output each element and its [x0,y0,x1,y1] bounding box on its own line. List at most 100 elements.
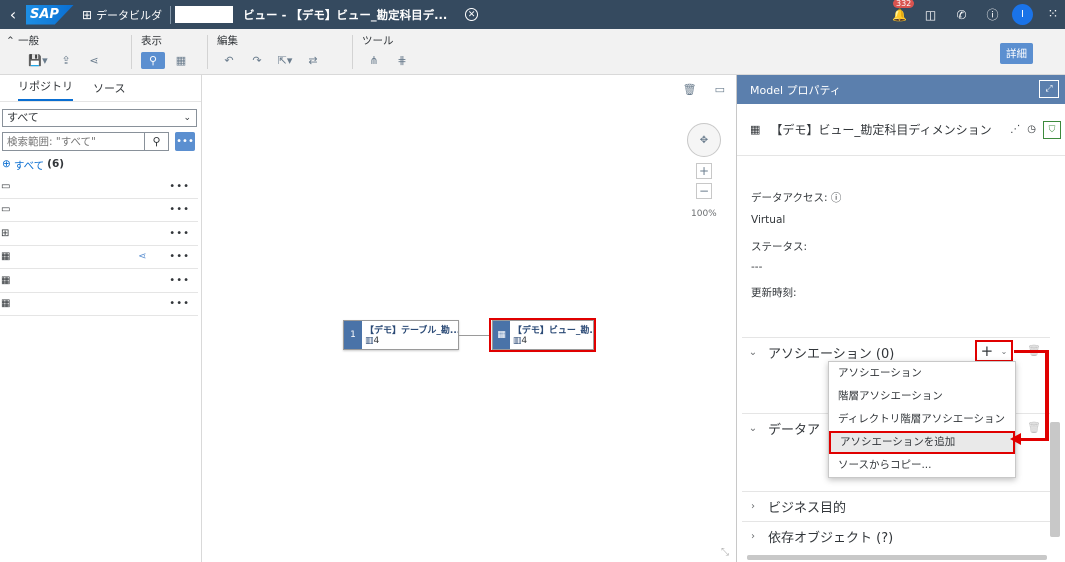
help-icon[interactable]: ⓘ [977,6,1008,23]
updated-label: 更新時刻: [751,287,797,299]
page-title: ビュー - 【デモ】ビュー_勘定科目デ... [243,7,448,22]
resize-icon[interactable]: ⤡ [721,547,729,558]
space-selector[interactable] [175,6,234,23]
annotation-arrow [1045,350,1049,441]
search-input[interactable] [2,132,145,151]
monitor-icon[interactable]: ▭ [715,83,725,96]
data-builder-icon: ⊞ [82,7,93,22]
annotation-arrow [1014,350,1049,353]
delete-icon[interactable]: 🗑 [683,83,697,96]
zoom-in-icon[interactable]: + [696,163,712,179]
zoom-out-icon[interactable]: − [696,183,712,199]
vertical-scrollbar[interactable] [1050,422,1060,537]
chevron-down-icon: ⌄ [748,423,758,434]
expand-icon[interactable]: ⤢ [1039,80,1059,98]
avatar[interactable]: I [1012,4,1033,25]
hierarchy-icon[interactable]: ⋰ [1010,124,1020,135]
menu-item-association[interactable]: アソシエーション [829,362,1015,385]
delete-icon[interactable]: 🗑 [1027,421,1041,434]
group-label-general: 一般 [18,35,40,47]
zoom-level: 100% [691,209,717,219]
sap-logo: SAP [26,4,74,25]
close-icon[interactable]: ✕ [465,8,479,21]
all-objects-row[interactable]: ⊕ すべて (6) [0,158,64,173]
table-icon: ▦ [1,298,11,310]
menu-item-add-association[interactable]: アソシエーションを追加 [829,431,1015,454]
deploy-icon[interactable]: ⇪ [54,52,78,69]
filter-select[interactable]: すべて ⌄ [2,109,197,127]
toolbar-group-tools: ツール ⋔ ⋕ [362,33,414,71]
chevron-down-icon: ⌄ [1000,346,1008,356]
separator [170,5,172,24]
list-item[interactable]: ⊞ ••• [0,222,198,246]
save-icon[interactable]: 💾▾ [26,52,50,69]
redo-icon[interactable]: ↷ [245,52,269,69]
help-icon[interactable]: ⓘ [831,192,842,204]
properties-panel: Model プロパティ ⤢ ▦ 【デモ】ビュー_勘定科目ディメンション ⋰ ◷ … [736,75,1065,562]
all-label: すべて [13,160,45,172]
section-dependent-objects[interactable]: › 依存オブジェクト (?) [742,521,1050,551]
tab-sources[interactable]: ソース [93,80,125,101]
chevron-right-icon: › [751,531,755,542]
chevron-down-icon: ⌄ [183,113,191,123]
item-menu-icon[interactable]: ••• [169,275,190,286]
list-item[interactable]: ▭ ••• [0,199,198,222]
undo-icon[interactable]: ↶ [217,52,241,69]
table-view-icon[interactable]: ▦ [169,52,193,69]
menu-item-hierarchy-association[interactable]: 階層アソシエーション [829,385,1015,408]
auto-layout-icon[interactable]: ⋕ [390,52,414,69]
object-title: 【デモ】ビュー_勘定科目ディメンション [770,123,992,137]
item-menu-icon[interactable]: ••• [169,298,190,309]
section-title: 依存オブジェクト (?) [768,531,894,546]
mapping-icon[interactable]: ⇄ [301,52,325,69]
history-icon[interactable]: ◷ [1027,124,1036,135]
details-button[interactable]: 詳細 [1000,43,1033,64]
item-menu-icon[interactable]: ••• [169,251,190,262]
item-menu-icon[interactable]: ••• [169,204,190,215]
all-count: (6) [47,158,65,170]
impact-lineage-icon[interactable]: ⋔ [362,52,386,69]
chevron-right-icon: › [751,501,755,512]
list-item[interactable]: ▭ ••• [0,175,198,199]
annotation-arrow [1020,438,1049,441]
plus-icon: + [980,342,994,360]
group-label-tools: ツール [362,35,394,47]
search-icon[interactable]: ⚲ [145,132,169,151]
app-name[interactable]: データビルダ [96,7,162,23]
product-switch-icon[interactable]: ⁙ [1041,7,1065,22]
source-node[interactable]: 1 【デモ】テーブル_勘... ▥4 [343,320,459,350]
data-access-value: Virtual [751,214,786,226]
horizontal-scrollbar[interactable] [747,555,1047,560]
diagram-canvas[interactable]: 🗑 ▭ ✥ + − 100% ⤡ [203,75,735,562]
tab-repository[interactable]: リポジトリ [18,78,73,101]
diagram-view-icon[interactable]: ⚲ [141,52,165,69]
chevron-down-icon: ⌄ [748,347,758,358]
list-item[interactable]: ▦ ⋖ ••• [0,246,198,269]
item-menu-icon[interactable]: ••• [169,181,190,192]
pan-control[interactable]: ✥ [687,123,721,157]
add-association-button[interactable]: + ⌄ [975,340,1013,362]
list-item[interactable]: ▦ ••• [0,269,198,293]
support-icon[interactable]: ✆ [946,8,977,22]
menu-item-copy-from-source[interactable]: ソースからコピー... [829,454,1015,477]
collapse-icon[interactable]: ⌃ [6,35,18,47]
item-menu-icon[interactable]: ••• [169,228,190,239]
highlight-box [489,318,596,352]
section-business-purpose[interactable]: › ビジネス目的 [742,491,1050,521]
table-icon: ▦ [1,251,11,263]
group-label-view: 表示 [141,35,162,47]
more-options-icon[interactable]: ••• [175,132,195,151]
feedback-icon[interactable]: ◫ [915,8,946,22]
status-value: --- [751,261,763,273]
share-icon[interactable]: ⋖ [82,52,106,69]
shield-icon[interactable]: ⛉ [1043,120,1061,139]
section-title: ビジネス目的 [768,501,847,516]
list-item[interactable]: ▦ ••• [0,293,198,316]
bell-icon: 🔔 [892,7,907,22]
export-icon[interactable]: ⇱▾ [273,52,297,69]
node-title: 【デモ】テーブル_勘... [364,326,458,336]
notifications-button[interactable]: 🔔 332 [884,0,915,22]
menu-item-directory-hierarchy-association[interactable]: ディレクトリ階層アソシエーション [829,408,1015,431]
back-icon[interactable]: ‹ [0,5,26,24]
toolbar-group-general: ⌃ 一般 💾▾ ⇪ ⋖ [6,33,106,71]
